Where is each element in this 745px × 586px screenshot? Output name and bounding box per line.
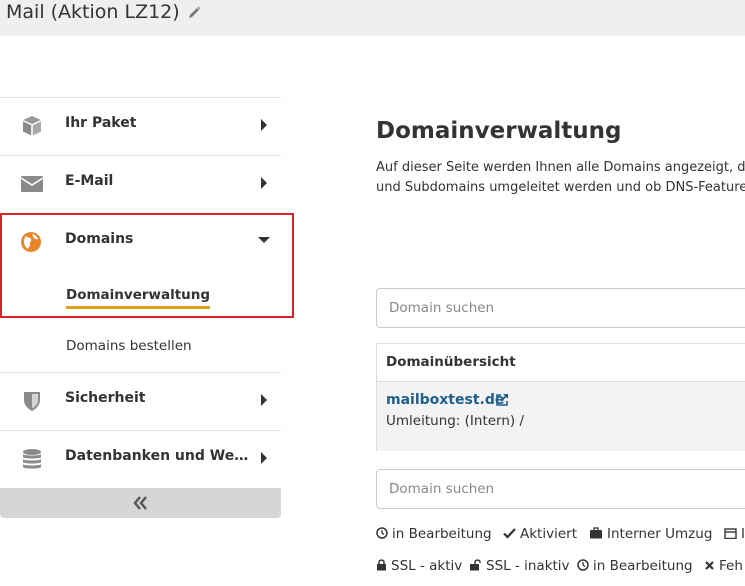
legend-label: SSL - inaktiv [486,558,570,574]
external-link-icon[interactable] [495,393,509,407]
pencil-icon[interactable] [186,5,202,21]
lock-icon [377,559,386,571]
legend-item: Aktiviert [503,526,577,542]
suitcase-icon [590,527,602,539]
legend-item: Feh [704,558,743,574]
sidebar-item-label: E-Mail [65,173,114,189]
legend-label: Aktiviert [520,526,577,542]
box-icon [23,116,41,136]
sidebar-item-datenbanken[interactable]: Datenbanken und Webspace [0,430,281,488]
domain-link[interactable]: mailboxtest.de [386,392,504,408]
legend-label: SSL - aktiv [391,558,463,574]
legend-label: Feh [719,558,743,574]
description-line: und Subdomains umgeleitet werden und ob … [376,180,745,195]
sidebar-item-sicherheit[interactable]: Sicherheit [0,372,281,430]
page-description: Auf dieser Seite werden Ihnen alle Domai… [376,158,745,198]
active-section-highlight [0,213,294,318]
legend-label: in Bearbeitung [593,558,693,574]
description-line: Auf dieser Seite werden Ihnen alle Domai… [376,160,745,175]
legend-label: in Bearbeitung [392,526,492,542]
check-icon [503,528,516,539]
chevron-right-icon [261,119,267,131]
top-bar: Mail (Aktion LZ12) [0,0,745,36]
domain-row: mailboxtest.de Umleitung: (Intern) / [377,382,745,451]
times-icon [705,561,714,570]
legend-item: SSL - aktiv [376,558,462,574]
database-icon [23,449,41,469]
legend-item: Interner Umzug [589,526,712,542]
sidebar-item-email[interactable]: E-Mail [0,155,281,213]
shield-icon [24,392,40,411]
redirect-info: Umleitung: (Intern) / [386,413,525,429]
main-heading: Domainverwaltung [376,118,622,144]
sidebar-subitem-domains-bestellen[interactable]: Domains bestellen [66,338,192,354]
chevron-right-icon [261,452,267,464]
sidebar-item-label: Sicherheit [65,390,146,406]
legend-item: I [724,526,745,542]
sidebar-item-ihr-paket[interactable]: Ihr Paket [0,97,281,155]
sidebar-item-label: Datenbanken und Webspace [65,448,251,464]
sidebar-collapse-button[interactable] [0,488,281,518]
calendar-icon [724,528,737,540]
domain-overview-panel: Domainübersicht mailboxtest.de Umleitung… [376,343,745,451]
unlock-icon [470,559,481,571]
sidebar-item-label: Ihr Paket [65,115,137,131]
clock-icon [577,559,589,571]
legend-item: SSL - inaktiv [469,558,570,574]
clock-icon [376,527,388,539]
chevron-right-icon [261,177,267,189]
page-title: Mail (Aktion LZ12) [6,1,180,23]
panel-header: Domainübersicht [377,344,745,382]
double-chevron-left-icon [133,496,147,510]
chevron-right-icon [261,394,267,406]
legend-item: in Bearbeitung [376,526,492,542]
domain-search-input-bottom[interactable] [376,469,745,509]
envelope-icon [20,176,44,192]
legend-label: I [741,526,745,542]
panel-header-label: Domainübersicht [386,354,516,370]
domain-search-input[interactable] [376,288,745,328]
legend-label: Interner Umzug [607,526,713,542]
legend-item: in Bearbeitung [577,558,693,574]
